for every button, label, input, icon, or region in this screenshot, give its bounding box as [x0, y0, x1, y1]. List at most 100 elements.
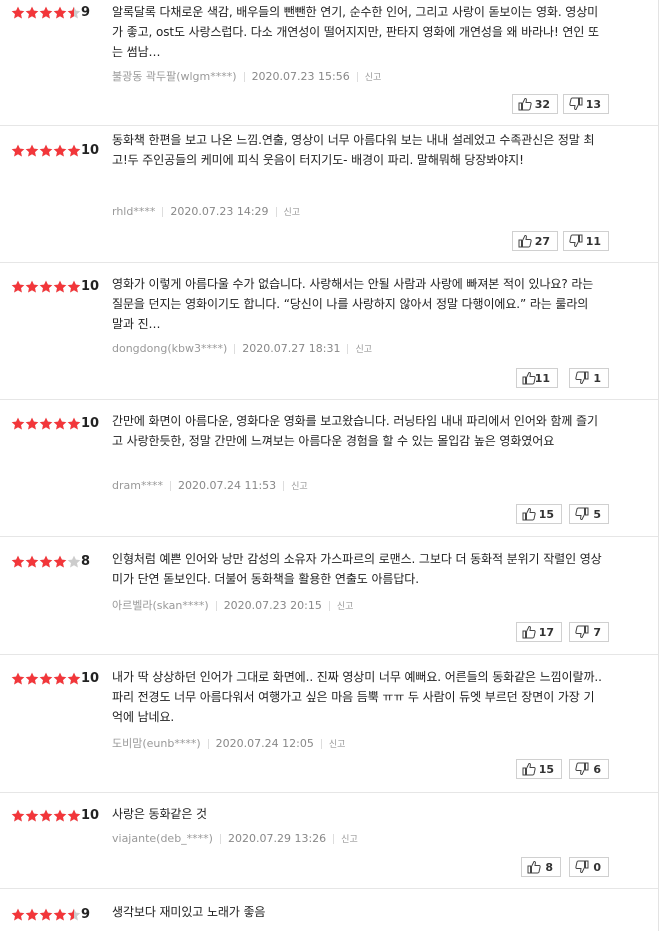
review-score: 9: [81, 907, 91, 922]
review-item: 8 인형처럼 예쁜 인어와 낭만 감성의 소유자 가스파르의 로맨스. 그보다 …: [0, 537, 658, 655]
review-author[interactable]: dram****: [112, 479, 163, 492]
review-score: 9: [81, 5, 91, 20]
review-meta: 불광동 곽두팔(wlgm****) 2020.07.23 15:56 신고: [112, 68, 381, 84]
star-icon: [53, 555, 67, 568]
star-icon: [67, 6, 81, 19]
report-link[interactable]: 신고: [341, 835, 358, 845]
divider: [320, 739, 322, 749]
star-icon: [67, 672, 81, 685]
star-rating: [11, 417, 81, 431]
divider: [207, 739, 209, 749]
like-count: 8: [545, 860, 553, 874]
dislike-button[interactable]: 6: [569, 759, 609, 779]
like-count: 15: [538, 507, 554, 521]
star-rating: [11, 809, 81, 823]
like-button[interactable]: 32: [512, 94, 558, 114]
star-icon: [39, 144, 53, 157]
review-score: 10: [81, 279, 100, 294]
star-icon: [53, 417, 67, 430]
review-author[interactable]: 아르벨라(skan****): [112, 599, 209, 612]
review-author[interactable]: rhld****: [112, 205, 155, 218]
like-button[interactable]: 11: [516, 368, 558, 388]
like-button[interactable]: 15: [516, 759, 562, 779]
like-count: 32: [534, 97, 550, 111]
star-icon: [39, 908, 53, 921]
star-icon: [67, 809, 81, 822]
divider: [275, 207, 277, 217]
star-rating-graphic: [11, 6, 81, 19]
review-text: 동화책 한편을 보고 나온 느낌.연출, 영상이 너무 아름다워 보는 내내 설…: [112, 133, 595, 167]
like-button[interactable]: 27: [512, 231, 558, 251]
dislike-button[interactable]: 7: [569, 622, 609, 642]
divider: [162, 207, 164, 217]
like-button[interactable]: 15: [516, 504, 562, 524]
like-count: 27: [534, 234, 550, 248]
thumbs-up-icon: [518, 97, 532, 114]
divider: [234, 344, 236, 354]
review-author[interactable]: dongdong(kbw3****): [112, 342, 227, 355]
review-item: 10 사랑은 동화같은 것 viajante(deb_****) 2020.07.…: [0, 793, 658, 889]
star-rating-graphic: [11, 280, 81, 293]
dislike-button[interactable]: 5: [569, 504, 609, 524]
like-count: 17: [538, 625, 554, 639]
review-meta: dram**** 2020.07.24 11:53 신고: [112, 479, 308, 492]
dislike-count: 13: [585, 97, 601, 111]
review-meta: dongdong(kbw3****) 2020.07.27 18:31 신고: [112, 342, 372, 355]
review-author[interactable]: viajante(deb_****): [112, 832, 213, 845]
dislike-button[interactable]: 1: [569, 368, 609, 388]
star-icon: [11, 555, 25, 568]
star-icon: [25, 672, 39, 685]
report-link[interactable]: 신고: [291, 482, 308, 492]
report-link[interactable]: 신고: [284, 208, 301, 218]
report-link[interactable]: 신고: [329, 740, 346, 750]
review-item: 9 생각보다 재미있고 노래가 좋음: [0, 889, 658, 931]
star-icon: [11, 6, 25, 19]
like-button[interactable]: 17: [516, 622, 562, 642]
thumbs-up-icon: [527, 860, 541, 877]
review-item: 10 영화가 이렇게 아름다울 수가 없습니다. 사랑해서는 안될 사람과 사랑…: [0, 263, 658, 400]
review-date: 2020.07.27 18:31: [242, 342, 341, 355]
star-rating: [11, 672, 81, 686]
star-icon: [53, 908, 67, 921]
review-date: 2020.07.23 20:15: [223, 599, 322, 612]
divider: [243, 72, 245, 82]
star-icon: [39, 280, 53, 293]
thumbs-down-icon: [575, 625, 589, 642]
star-icon: [25, 809, 39, 822]
review-date: 2020.07.23 15:56: [251, 70, 350, 83]
report-link[interactable]: 신고: [337, 602, 354, 612]
like-button[interactable]: 8: [521, 857, 561, 877]
dislike-button[interactable]: 11: [563, 231, 609, 251]
star-icon: [53, 280, 67, 293]
star-rating-graphic: [11, 144, 81, 157]
star-icon: [67, 144, 81, 157]
review-text: 알록달록 다채로운 색감, 배우들의 뺀뺀한 연기, 순수한 인어, 그리고 사…: [112, 5, 599, 59]
review-text: 영화가 이렇게 아름다울 수가 없습니다. 사랑해서는 안될 사람과 사랑에 빠…: [112, 277, 594, 331]
review-meta: viajante(deb_****) 2020.07.29 13:26 신고: [112, 832, 358, 845]
review-score: 10: [81, 143, 100, 158]
scroll-divider: [658, 0, 659, 931]
star-icon: [11, 417, 25, 430]
divider: [356, 72, 358, 82]
star-icon: [39, 809, 53, 822]
thumbs-down-icon: [569, 234, 583, 251]
dislike-button[interactable]: 13: [563, 94, 609, 114]
report-link[interactable]: 신고: [365, 73, 382, 83]
dislike-count: 0: [593, 860, 601, 874]
report-link[interactable]: 신고: [355, 345, 372, 355]
dislike-button[interactable]: 0: [569, 857, 609, 877]
star-icon: [11, 672, 25, 685]
star-icon: [39, 672, 53, 685]
review-author[interactable]: 불광동 곽두팔(wlgm****): [112, 70, 237, 83]
review-item: 10 간만에 화면이 아름다운, 영화다운 영화를 보고왔습니다. 러닝타임 내…: [0, 400, 658, 537]
star-rating-graphic: [11, 809, 81, 822]
like-count: 15: [538, 762, 554, 776]
review-score: 10: [81, 671, 100, 686]
star-rating: [11, 280, 81, 294]
review-author[interactable]: 도비맘(eunb****): [112, 737, 201, 750]
thumbs-up-icon: [522, 507, 536, 524]
star-rating-graphic: [11, 908, 81, 921]
dislike-count: 7: [593, 625, 601, 639]
review-date: 2020.07.23 14:29: [170, 205, 269, 218]
divider: [347, 344, 349, 354]
